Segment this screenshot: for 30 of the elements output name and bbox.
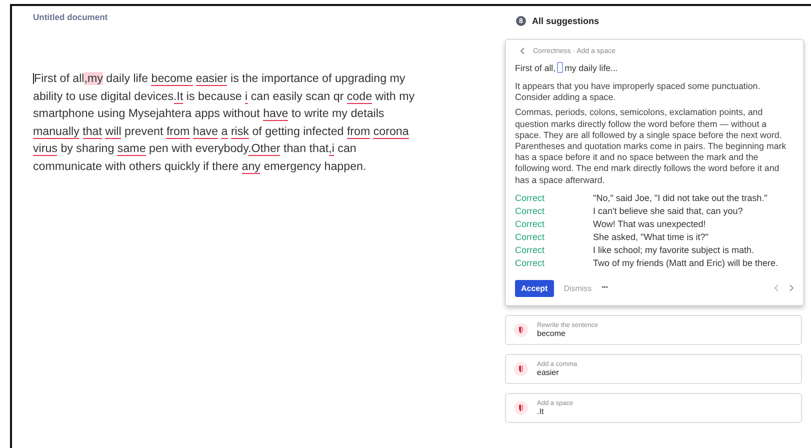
suggestion-word: become [537, 328, 566, 338]
example-label: Correct [515, 204, 546, 218]
excerpt-text: First of all, [515, 62, 556, 72]
shield-icon [514, 362, 528, 376]
suggestion-word: .It [537, 406, 545, 416]
example-label: Correct [515, 192, 546, 205]
excerpt-text: my daily life... [564, 62, 618, 72]
panel-title: All suggestions [532, 16, 600, 26]
suggestion-word: easier [537, 368, 560, 377]
example-text: I can't believe she said that, can you? [593, 204, 743, 218]
next-icon[interactable] [789, 284, 794, 292]
shield-icon [514, 322, 528, 337]
example-label: Correct [515, 218, 546, 231]
explanation-text: Commas, periods, colons, semicolons, exclamation points, and question marks directly follow the word before them — without a space. They are all followed by a single space before the next word. Parentheses and quotation marks come in pairs. The beginning mark has a space before it and no space between the mark and the following word. The end mark directly follows the word before it and has a space afterward. [515, 107, 788, 186]
example-text: Wow! That was unexpected! [593, 218, 706, 231]
insert-marker-icon [556, 62, 563, 73]
accept-button[interactable]: Accept [515, 280, 554, 297]
example-text: She asked, "What time is it?" [593, 230, 708, 244]
example-text: I like school; my favorite subject is math. [593, 244, 754, 257]
example-label: Correct [515, 244, 546, 257]
example-label: Correct [515, 256, 546, 270]
previous-icon[interactable] [774, 284, 779, 292]
example-text: Two of my friends (Matt and Eric) will be there. [593, 256, 778, 270]
document-title: Untitled document [33, 12, 109, 22]
document-paragraph[interactable]: First of all,my daily life become easier is the importance of upgrading my ability to use digital devices.It is because i can easily scan qr code with my smartphone using Mysejahtera apps without have to write my details manually that will prevent from have a risk of getting infected from corona virus by sharing same pen with everybody.Other than that,i can communicate with others quickly if there any emergency happen. [33, 70, 428, 176]
explanation-text: It appears that you have improperly spaced some punctuation. Consider adding a space. [515, 81, 762, 104]
example-label: Correct [515, 230, 546, 244]
example-text: "No," said Joe, "I did not take out the trash." [593, 192, 768, 205]
shield-icon [514, 400, 528, 415]
back-icon[interactable] [520, 47, 525, 55]
